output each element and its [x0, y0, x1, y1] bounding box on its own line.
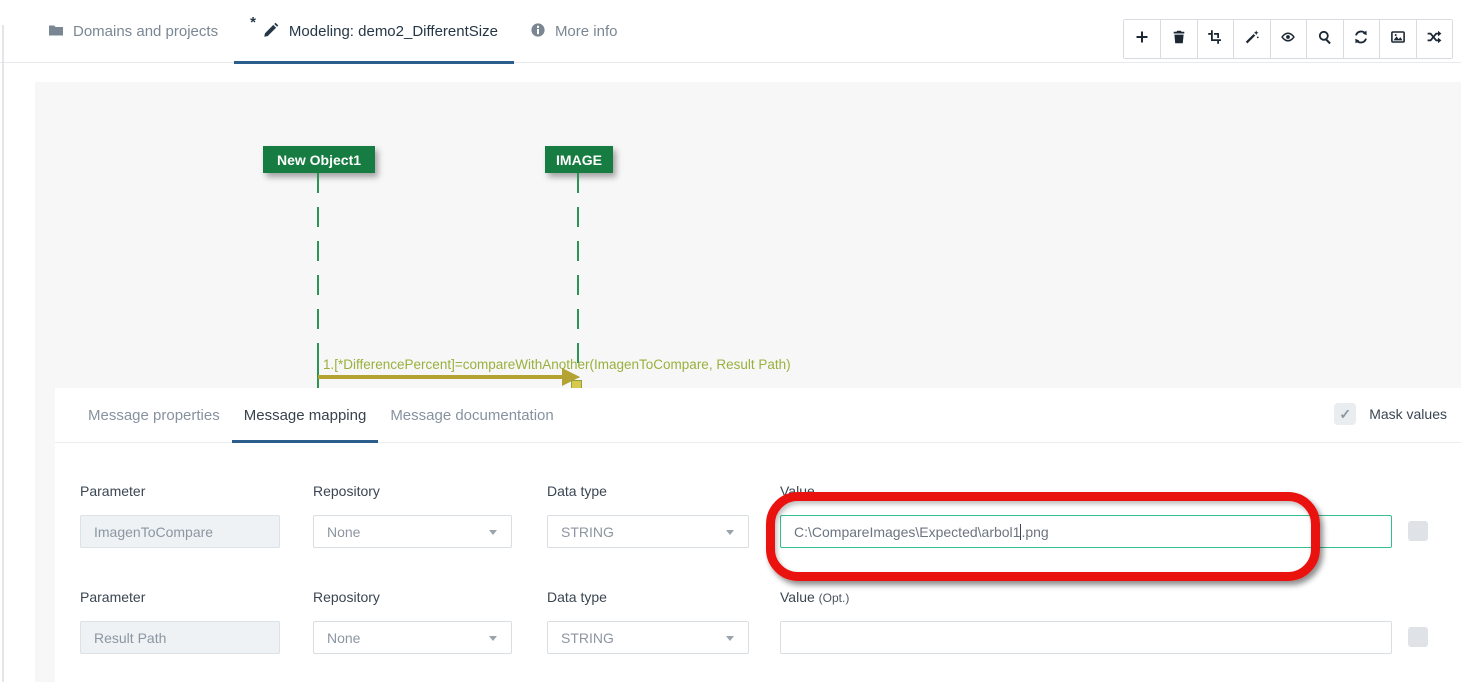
- shuffle-icon: [1426, 29, 1442, 50]
- toolbar-shuffle-button[interactable]: [1416, 20, 1453, 58]
- message-panel-tab-bar: Message properties Message mapping Messa…: [55, 388, 1461, 443]
- info-icon: [530, 22, 546, 42]
- value-action-button-row1[interactable]: [1408, 521, 1428, 541]
- diagram-toolbar: [1123, 19, 1454, 59]
- mask-values-label: Mask values: [1369, 406, 1447, 422]
- data-type-label: Data type: [547, 589, 749, 605]
- data-type-select-row2[interactable]: STRING: [547, 621, 749, 654]
- tab-message-documentation[interactable]: Message documentation: [378, 388, 565, 442]
- eye-icon: [1280, 29, 1296, 50]
- toolbar-delete-button[interactable]: [1160, 20, 1197, 58]
- value-opt-label: Value (Opt.): [780, 589, 1392, 605]
- crop-icon: [1207, 29, 1223, 50]
- selected-option: None: [327, 524, 360, 540]
- toolbar-zoom-button[interactable]: [1306, 20, 1343, 58]
- main-tab-bar: Domains and projects * Modeling: demo2_D…: [32, 0, 633, 63]
- data-type-label: Data type: [547, 483, 749, 499]
- page-left-border: [2, 25, 4, 682]
- selected-option: STRING: [561, 524, 614, 540]
- parameter-input-row1[interactable]: ImagenToCompare: [80, 515, 280, 548]
- tab-label: More info: [555, 23, 618, 40]
- message-panel: Message properties Message mapping Messa…: [55, 388, 1461, 682]
- data-type-select-row1[interactable]: STRING: [547, 515, 749, 548]
- tab-modeling[interactable]: * Modeling: demo2_DifferentSize: [234, 0, 514, 63]
- selected-option: None: [327, 630, 360, 646]
- diagram-object-new-object1[interactable]: New Object1: [263, 146, 375, 173]
- checkmark-icon: ✓: [1339, 406, 1351, 423]
- toolbar-refresh-button[interactable]: [1343, 20, 1380, 58]
- tab-more-info[interactable]: More info: [514, 0, 634, 63]
- text-caret: [1020, 524, 1021, 540]
- mask-values-control: ✓ Mask values: [1334, 403, 1447, 425]
- unsaved-marker: *: [250, 14, 256, 31]
- value-text: C:\CompareImages\Expected\arbol1.png: [794, 524, 1049, 540]
- trash-icon: [1171, 29, 1187, 50]
- toolbar-visibility-button[interactable]: [1270, 20, 1307, 58]
- diagram-object-image[interactable]: IMAGE: [545, 146, 613, 173]
- pencil-icon: [263, 21, 280, 42]
- toolbar-add-button[interactable]: [1124, 20, 1161, 58]
- message-call-label[interactable]: 1.[*DifferencePercent]=compareWithAnothe…: [323, 357, 791, 372]
- lifeline-activation-segment: [317, 352, 319, 388]
- toolbar-image-button[interactable]: [1379, 20, 1416, 58]
- tab-label: Modeling: demo2_DifferentSize: [289, 23, 498, 40]
- value-label-text: Value: [780, 589, 815, 605]
- message-arrow-line[interactable]: [318, 375, 564, 379]
- header-bar: Domains and projects * Modeling: demo2_D…: [0, 0, 1461, 63]
- lifeline-image: [577, 173, 579, 378]
- mask-values-checkbox[interactable]: ✓: [1334, 403, 1356, 425]
- repository-select-row1[interactable]: None: [313, 515, 512, 548]
- magic-wand-icon: [1244, 29, 1260, 50]
- repository-select-row2[interactable]: None: [313, 621, 512, 654]
- parameter-input-row2[interactable]: Result Path: [80, 621, 280, 654]
- magnifier-icon: [1317, 29, 1333, 50]
- tab-domains-and-projects[interactable]: Domains and projects: [32, 0, 234, 63]
- toolbar-crop-button[interactable]: [1197, 20, 1234, 58]
- parameter-label: Parameter: [80, 483, 280, 499]
- value-input-row1[interactable]: C:\CompareImages\Expected\arbol1.png: [780, 515, 1392, 548]
- lifeline-new-object1: [317, 173, 319, 355]
- value-label: Value: [780, 483, 1392, 499]
- tab-message-properties[interactable]: Message properties: [76, 388, 232, 442]
- folder-icon: [48, 22, 64, 42]
- tab-label: Domains and projects: [73, 23, 218, 40]
- value-opt-suffix: (Opt.): [819, 591, 850, 605]
- toolbar-magic-wand-button[interactable]: [1233, 20, 1270, 58]
- refresh-icon: [1353, 29, 1369, 50]
- plus-icon: [1134, 29, 1150, 50]
- image-icon: [1390, 29, 1406, 50]
- tab-message-mapping[interactable]: Message mapping: [232, 388, 379, 442]
- selected-option: STRING: [561, 630, 614, 646]
- value-input-row2[interactable]: [780, 621, 1392, 654]
- parameter-label: Parameter: [80, 589, 280, 605]
- repository-label: Repository: [313, 483, 512, 499]
- value-action-button-row2[interactable]: [1408, 627, 1428, 647]
- repository-label: Repository: [313, 589, 512, 605]
